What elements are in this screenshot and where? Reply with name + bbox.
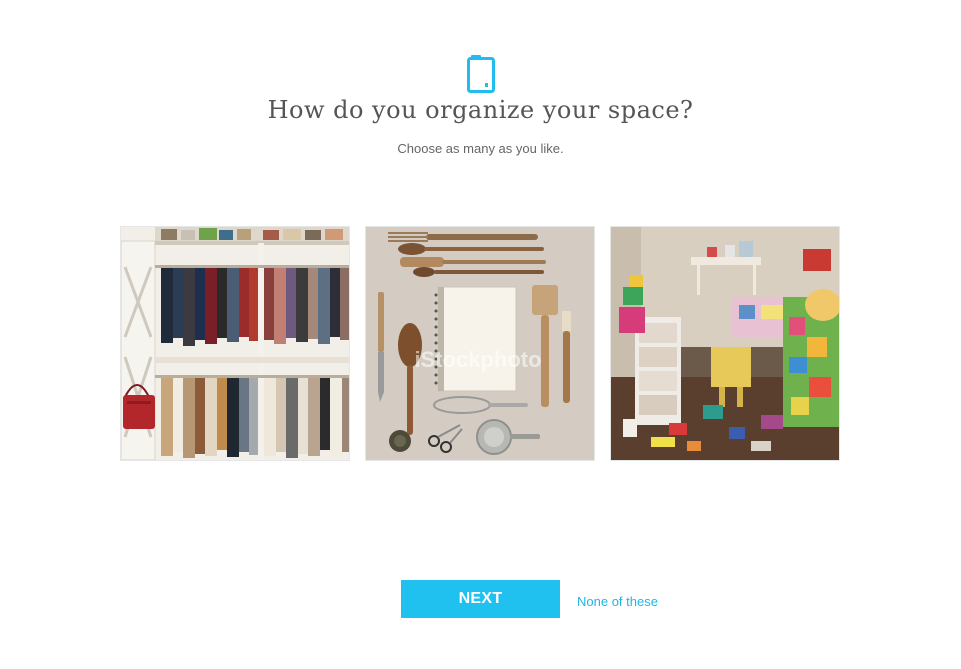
- none-of-these-link[interactable]: None of these: [577, 594, 658, 609]
- survey-page: How do you organize your space? Choose a…: [0, 0, 961, 669]
- option-closet[interactable]: [121, 227, 349, 460]
- messy-room-photo: [611, 227, 839, 460]
- flatlay-photo: iStockphoto: [366, 227, 594, 460]
- watermark-text: iStockphoto: [414, 347, 541, 372]
- option-flatlay[interactable]: iStockphoto: [366, 227, 594, 460]
- option-messy-room[interactable]: [611, 227, 839, 460]
- next-button[interactable]: NEXT: [401, 580, 560, 618]
- clipboard-icon: [466, 54, 496, 94]
- closet-photo: [121, 227, 349, 460]
- page-title: How do you organize your space?: [267, 96, 694, 124]
- page-subtitle: Choose as many as you like.: [397, 141, 564, 156]
